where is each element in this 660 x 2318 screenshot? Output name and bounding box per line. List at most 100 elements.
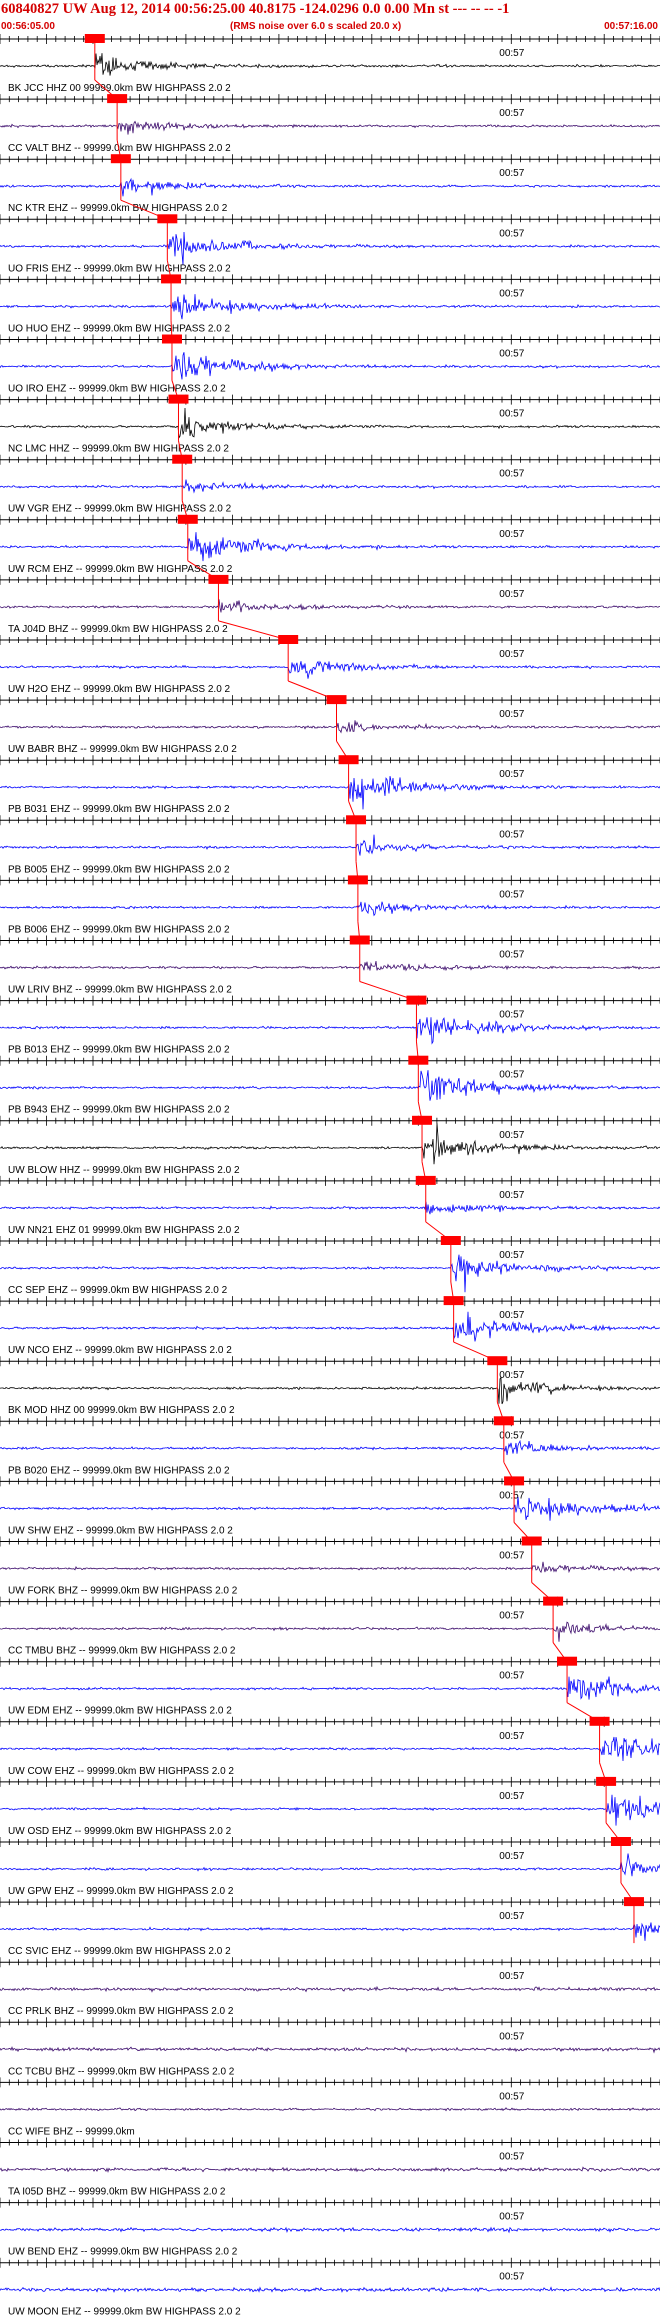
trace-row: 00:57 BK JCC HHZ 00 99999.0km BW HIGHPASS… [0, 34, 660, 94]
station-label: UW COW EHZ -- 99999.0km BW HIGHPASS 2.0 … [8, 1766, 234, 1777]
minute-tick-label: 00:57 [499, 649, 524, 660]
waveform [0, 1853, 660, 1877]
waveform [0, 352, 660, 380]
trace-row: 00:57 UW BEND EHZ -- 99999.0km BW HIGHPAS… [0, 2197, 660, 2258]
minute-tick-label: 00:57 [499, 2091, 524, 2102]
station-label: TA I05D BHZ -- 99999.0km BW HIGHPASS 2.0… [8, 2187, 226, 2198]
waveform [0, 901, 660, 917]
station-label: UO HUO EHZ -- 99999.0km BW HIGHPASS 2.0 … [8, 323, 231, 334]
waveform [0, 2107, 660, 2112]
minute-tick-label: 00:57 [499, 1250, 524, 1261]
waveform [0, 2286, 660, 2293]
waveform [0, 1621, 660, 1642]
station-label: PB B005 EHZ -- 99999.0km BW HIGHPASS 2.0… [8, 864, 230, 875]
station-label: UW BABR BHZ -- 99999.0km BW HIGHPASS 2.0… [8, 744, 237, 755]
station-label: UW GPW EHZ -- 99999.0km BW HIGHPASS 2.0 … [8, 1886, 234, 1897]
station-label: BK JCC HHZ 00 99999.0km BW HIGHPASS 2.0 … [8, 83, 231, 94]
waveform [0, 2166, 660, 2173]
station-label: UW NCO EHZ -- 99999.0km BW HIGHPASS 2.0 … [8, 1345, 232, 1356]
station-label: UW H2O EHZ -- 99999.0km BW HIGHPASS 2.0 … [8, 684, 231, 695]
waveform [0, 407, 660, 439]
waveform [0, 1794, 660, 1826]
minute-tick-label: 00:57 [499, 589, 524, 600]
waveform [0, 1201, 660, 1215]
trace-row: 00:57 CC WIFE BHZ -- 99999.0km [0, 2077, 660, 2137]
minute-tick-label: 00:57 [499, 1370, 524, 1381]
station-label: NC KTR EHZ -- 99999.0km BW HIGHPASS 2.0 … [8, 203, 228, 214]
station-label: CC PRLK BHZ -- 99999.0km BW HIGHPASS 2.0… [8, 2006, 234, 2017]
waveform [0, 294, 660, 320]
minute-tick-label: 00:57 [499, 1971, 524, 1982]
moveout-line [425, 1221, 452, 1242]
minute-tick-label: 00:57 [499, 889, 524, 900]
minute-tick-label: 00:57 [499, 1731, 524, 1742]
station-label: UW OSD EHZ -- 99999.0km BW HIGHPASS 2.0 … [8, 1826, 232, 1837]
waveform [0, 53, 660, 76]
station-label: UW BEND EHZ -- 99999.0km BW HIGHPASS 2.0… [8, 2247, 238, 2258]
moveout-line [453, 1341, 498, 1362]
station-label: UW LRIV BHZ -- 99999.0km BW HIGHPASS 2.0… [8, 985, 232, 996]
station-label: PB B020 EHZ -- 99999.0km BW HIGHPASS 2.0… [8, 1465, 230, 1476]
minute-tick-label: 00:57 [499, 1490, 524, 1501]
moveout-line [531, 1582, 554, 1602]
minute-tick-label: 00:57 [499, 2152, 524, 2163]
minute-tick-label: 00:57 [499, 1851, 524, 1862]
minute-tick-label: 00:57 [499, 529, 524, 540]
station-label: UW BLOW HHZ -- 99999.0km BW HIGHPASS 2.0… [8, 1165, 240, 1176]
minute-tick-label: 00:57 [499, 1190, 524, 1201]
minute-tick-label: 00:57 [499, 48, 524, 59]
minute-tick-label: 00:57 [499, 709, 524, 720]
waveform [0, 532, 660, 562]
waveform [0, 599, 660, 613]
waveform [0, 2226, 660, 2234]
waveform [0, 961, 660, 972]
station-label: UW EDM EHZ -- 99999.0km BW HIGHPASS 2.0 … [8, 1706, 232, 1717]
station-label: CC TMBU BHZ -- 99999.0km BW HIGHPASS 2.0… [8, 1646, 236, 1657]
minute-tick-label: 00:57 [499, 1070, 524, 1081]
waveform [0, 1439, 660, 1456]
station-label: UO IRO EHZ -- 99999.0km BW HIGHPASS 2.0 … [8, 384, 226, 395]
trace-row: 00:57 CC TCBU BHZ -- 99999.0km BW HIGHPAS… [0, 2017, 660, 2077]
station-label: TA J04D BHZ -- 99999.0km BW HIGHPASS 2.0… [8, 624, 228, 635]
waveform [0, 834, 660, 856]
trace-row: 00:57 UW MOON EHZ -- 99999.0km BW HIGHPAS… [0, 2257, 660, 2318]
waveform [0, 2046, 660, 2054]
station-label: BK MOD HHZ 00 99999.0km BW HIGHPASS 2.0 … [8, 1405, 235, 1416]
station-label: PB B943 EHZ -- 99999.0km BW HIGHPASS 2.0… [8, 1105, 230, 1116]
minute-tick-label: 00:57 [499, 288, 524, 299]
waveform [0, 479, 660, 494]
minute-tick-label: 00:57 [499, 1791, 524, 1802]
station-label: NC LMC HHZ -- 99999.0km BW HIGHPASS 2.0 … [8, 444, 229, 455]
station-label: CC TCBU BHZ -- 99999.0km BW HIGHPASS 2.0… [8, 2066, 235, 2077]
minute-tick-label: 00:57 [499, 1010, 524, 1021]
moveout-line [566, 1702, 600, 1723]
waveform [0, 1922, 660, 1941]
waveform [0, 1496, 660, 1521]
station-label: UW RCM EHZ -- 99999.0km BW HIGHPASS 2.0 … [8, 564, 233, 575]
minute-tick-label: 00:57 [499, 2031, 524, 2042]
moveout-line [218, 620, 289, 641]
minute-tick-label: 00:57 [499, 1310, 524, 1321]
minute-tick-label: 00:57 [499, 168, 524, 179]
waveform [0, 1561, 660, 1574]
station-label: UO FRIS EHZ -- 99999.0km BW HIGHPASS 2.0… [8, 263, 231, 274]
waveform [0, 720, 660, 734]
minute-tick-label: 00:57 [499, 469, 524, 480]
station-label: PB B013 EHZ -- 99999.0km BW HIGHPASS 2.0… [8, 1045, 230, 1056]
waveform [0, 1017, 660, 1045]
minute-tick-label: 00:57 [499, 769, 524, 780]
station-label: PB B031 EHZ -- 99999.0km BW HIGHPASS 2.0… [8, 804, 230, 815]
waveform [0, 120, 660, 135]
waveform [0, 1736, 660, 1762]
station-label: PB B006 EHZ -- 99999.0km BW HIGHPASS 2.0… [8, 924, 230, 935]
station-label: CC SEP EHZ -- 99999.0km BW HIGHPASS 2.0 … [8, 1285, 228, 1296]
station-label: CC SVIC EHZ -- 99999.0km BW HIGHPASS 2.0… [8, 1946, 231, 1957]
waveform [0, 231, 660, 265]
station-label: CC WIFE BHZ -- 99999.0km [8, 2126, 135, 2137]
waveform [0, 1985, 660, 1993]
minute-tick-label: 00:57 [499, 2272, 524, 2283]
minute-tick-label: 00:57 [499, 829, 524, 840]
moveout-line [287, 680, 337, 701]
minute-tick-label: 00:57 [499, 409, 524, 420]
waveform [0, 1376, 660, 1405]
